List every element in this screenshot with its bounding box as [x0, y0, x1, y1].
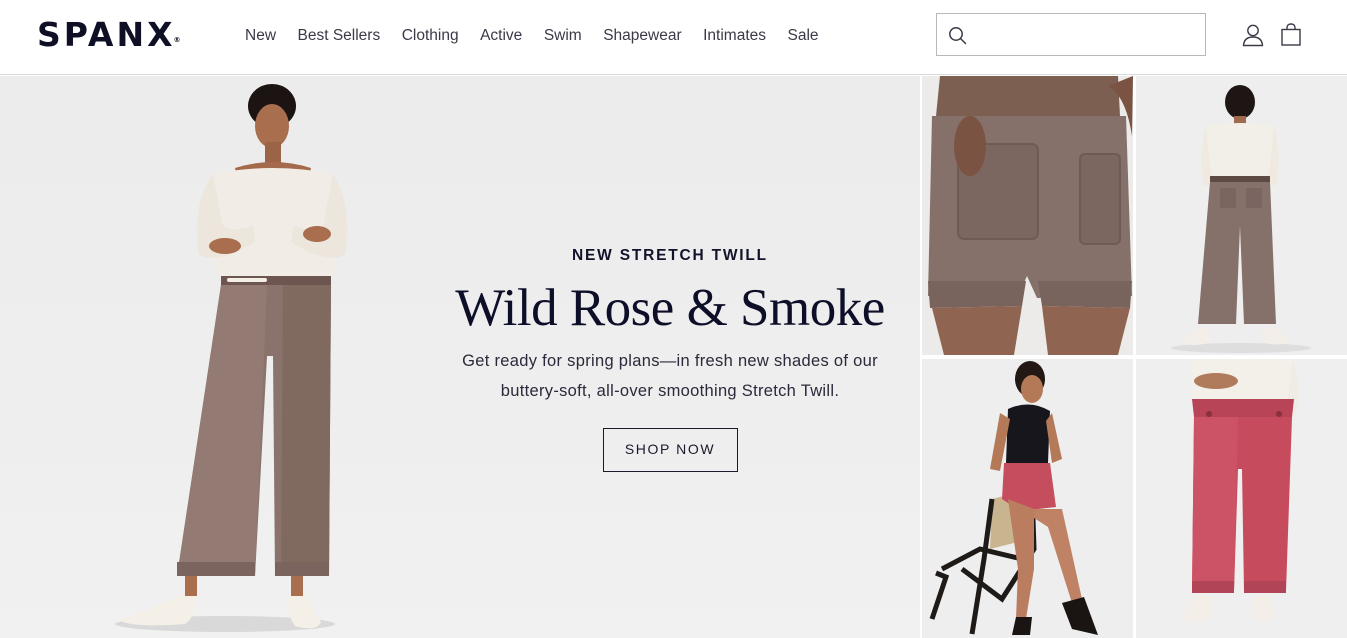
product-tile-smoke-shorts[interactable] — [922, 76, 1133, 355]
site-header: SPANX ® New Best Sellers Clothing Active … — [0, 0, 1347, 75]
rose-shorts-image — [922, 359, 1133, 638]
registered-mark: ® — [173, 36, 181, 44]
search-bar[interactable] — [936, 13, 1206, 56]
nav-item-clothing[interactable]: Clothing — [402, 25, 459, 47]
nav-item-intimates[interactable]: Intimates — [703, 25, 766, 47]
shop-now-button[interactable]: SHOP NOW — [602, 428, 738, 472]
nav-item-swim[interactable]: Swim — [544, 25, 582, 47]
hero-subcopy: Get ready for spring plans—in fresh new … — [420, 346, 920, 406]
user-icon[interactable] — [1242, 23, 1264, 47]
smoke-shorts-image — [922, 76, 1133, 355]
hero-eyebrow: NEW STRETCH TWILL — [572, 247, 768, 264]
rose-pants-image — [1136, 359, 1347, 638]
product-tile-rose-shorts[interactable] — [922, 359, 1133, 638]
hero-subcopy-line-1: Get ready for spring plans—in fresh new … — [462, 352, 878, 370]
logo-text: SPANX — [37, 15, 176, 54]
main-nav: New Best Sellers Clothing Active Swim Sh… — [245, 25, 840, 47]
spanx-logo[interactable]: SPANX ® — [37, 15, 181, 55]
hero-headline: Wild Rose & Smoke — [455, 279, 885, 337]
product-tile-rose-pants[interactable] — [1136, 359, 1347, 638]
nav-item-sale[interactable]: Sale — [788, 25, 819, 47]
hero-text-block: NEW STRETCH TWILL Wild Rose & Smoke Get … — [420, 246, 920, 472]
hero-subcopy-line-2: buttery-soft, all-over smoothing Stretch… — [500, 382, 840, 400]
nav-item-shapewear[interactable]: Shapewear — [603, 25, 681, 47]
hero-model-image — [115, 84, 348, 632]
nav-item-active[interactable]: Active — [480, 25, 522, 47]
search-icon[interactable] — [948, 26, 967, 45]
smoke-pants-image — [1136, 76, 1347, 355]
nav-item-new[interactable]: New — [245, 25, 276, 47]
shopping-bag-icon[interactable] — [1281, 23, 1301, 46]
hero-banner[interactable]: NEW STRETCH TWILL Wild Rose & Smoke Get … — [0, 76, 920, 638]
nav-item-best-sellers[interactable]: Best Sellers — [298, 25, 381, 47]
search-input[interactable] — [977, 22, 1197, 48]
product-tile-smoke-pants[interactable] — [1136, 76, 1347, 355]
